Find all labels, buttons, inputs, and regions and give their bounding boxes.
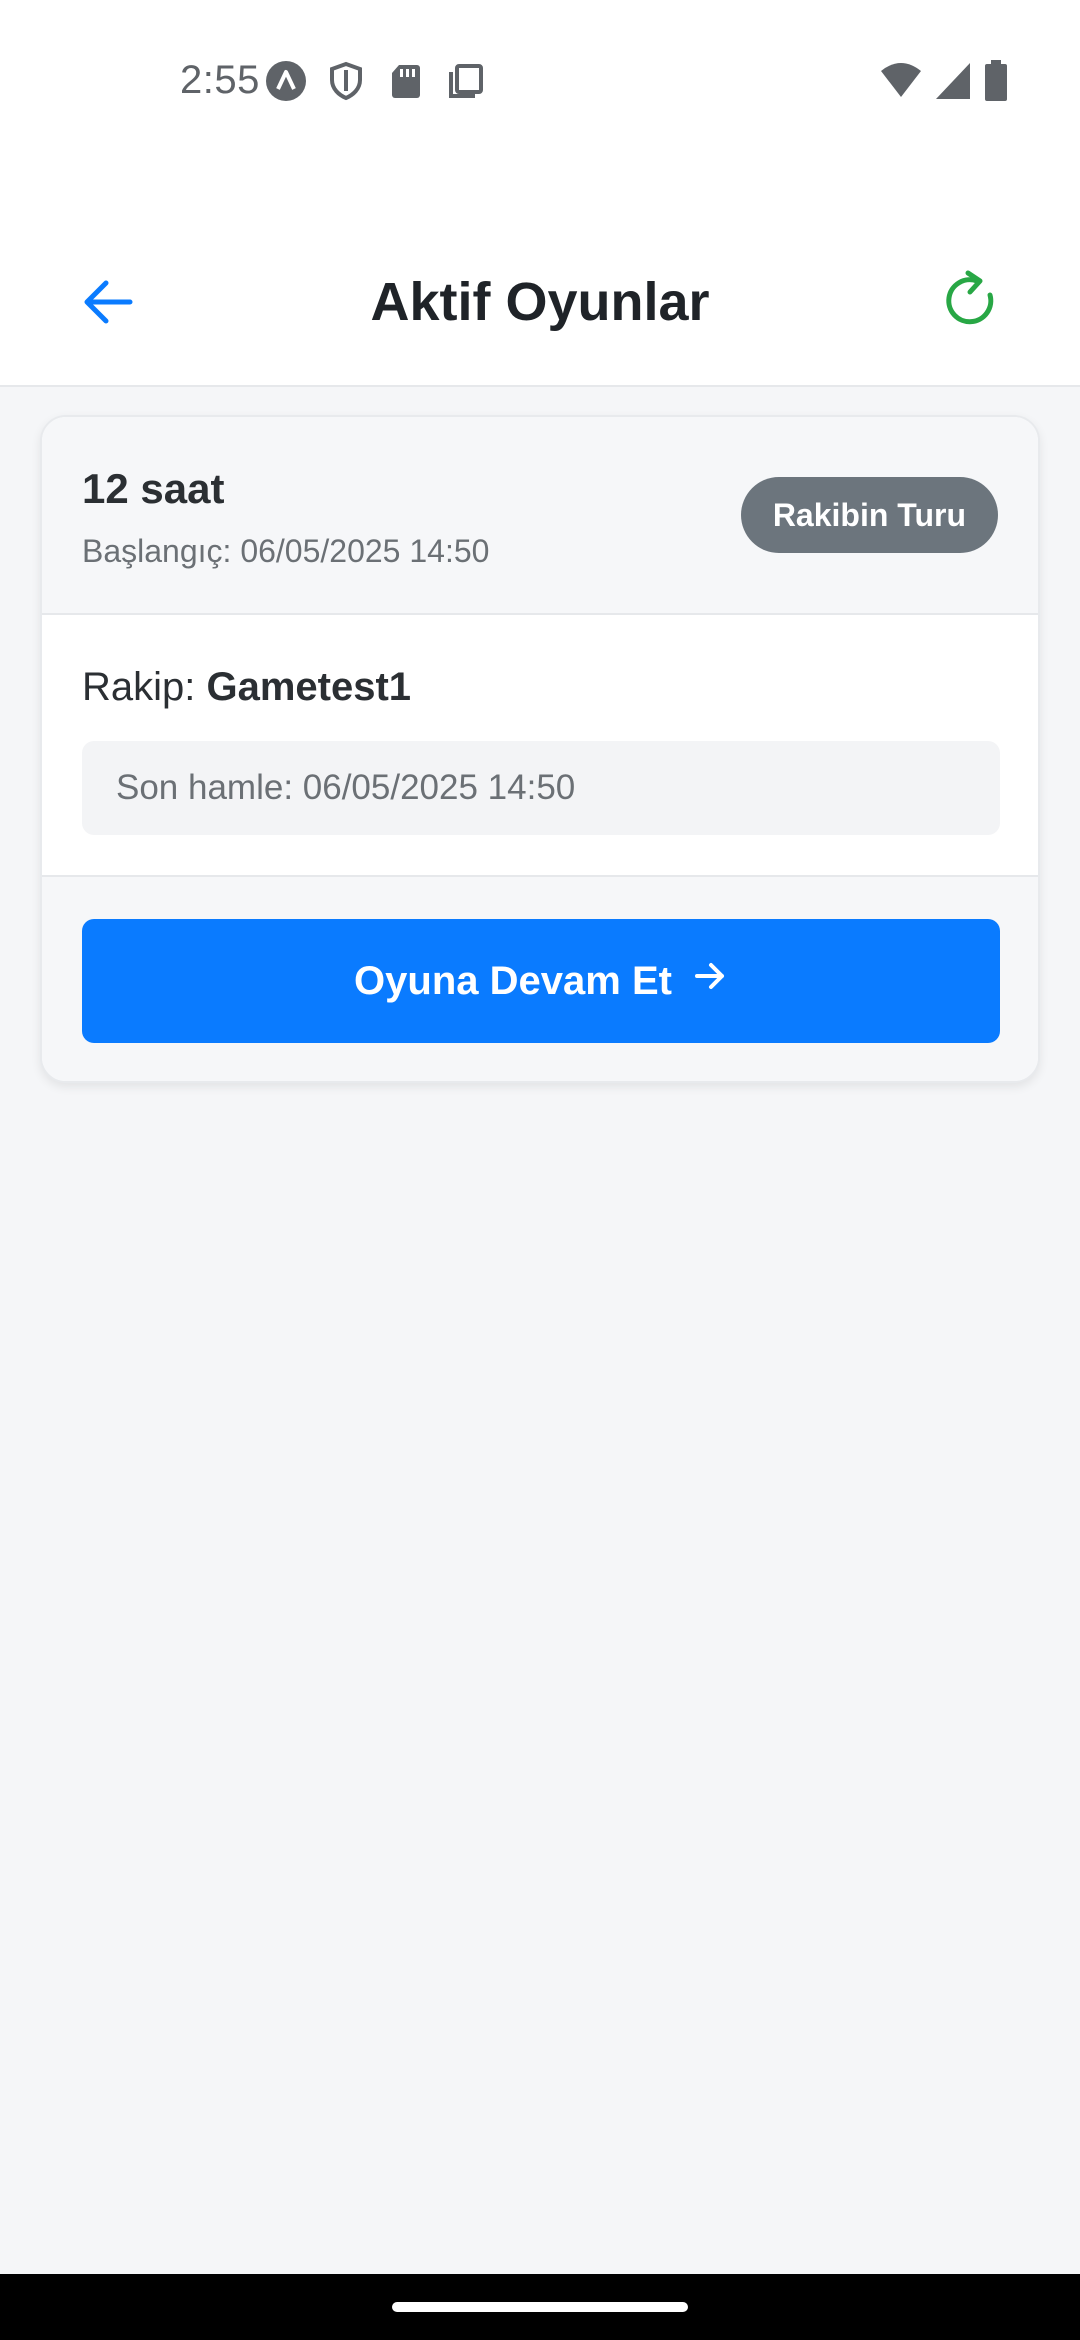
opponent-name: Gametest1 xyxy=(206,665,412,709)
screen: 2:55 Aktif Oyunlar 12 saat Başlangıç: 06… xyxy=(0,0,1080,2340)
last-move-box: Son hamle: 06/05/2025 14:50 xyxy=(82,741,1000,835)
status-icons-right xyxy=(880,60,1008,107)
home-indicator[interactable] xyxy=(392,2302,688,2312)
status-icons-left xyxy=(265,60,487,107)
start-time: Başlangıç: 06/05/2025 14:50 xyxy=(82,533,490,569)
app-notification-icon xyxy=(265,60,307,107)
last-move-text: Son hamle: 06/05/2025 14:50 xyxy=(116,768,576,807)
refresh-icon xyxy=(938,270,1004,339)
card-header: 12 saat Başlangıç: 06/05/2025 14:50 Raki… xyxy=(42,417,1038,615)
game-card[interactable]: 12 saat Başlangıç: 06/05/2025 14:50 Raki… xyxy=(40,415,1040,1083)
continue-button-label: Oyuna Devam Et xyxy=(354,958,672,1003)
card-body: Rakip: Gametest1 Son hamle: 06/05/2025 1… xyxy=(42,615,1038,893)
arrow-right-icon xyxy=(692,958,728,1004)
refresh-button[interactable] xyxy=(938,265,1004,335)
opponent-row: Rakip: Gametest1 xyxy=(82,665,411,710)
wifi-icon xyxy=(880,61,922,106)
app-header: Aktif Oyunlar xyxy=(0,165,1080,387)
turn-status-badge: Rakibin Turu xyxy=(740,477,998,553)
cell-signal-icon xyxy=(934,61,972,106)
sd-card-icon xyxy=(385,60,427,107)
opponent-label: Rakip: xyxy=(82,665,207,709)
time-limit: 12 saat xyxy=(82,465,225,512)
battery-icon xyxy=(984,60,1008,107)
status-time: 2:55 xyxy=(180,58,260,102)
navigation-bar xyxy=(0,2274,1080,2340)
copy-icon xyxy=(445,60,487,107)
continue-game-button[interactable]: Oyuna Devam Et xyxy=(82,919,1000,1043)
shield-icon xyxy=(325,60,367,107)
card-footer: Oyuna Devam Et xyxy=(42,875,1038,1081)
status-bar: 2:55 xyxy=(0,0,1080,165)
page-title: Aktif Oyunlar xyxy=(370,272,710,332)
